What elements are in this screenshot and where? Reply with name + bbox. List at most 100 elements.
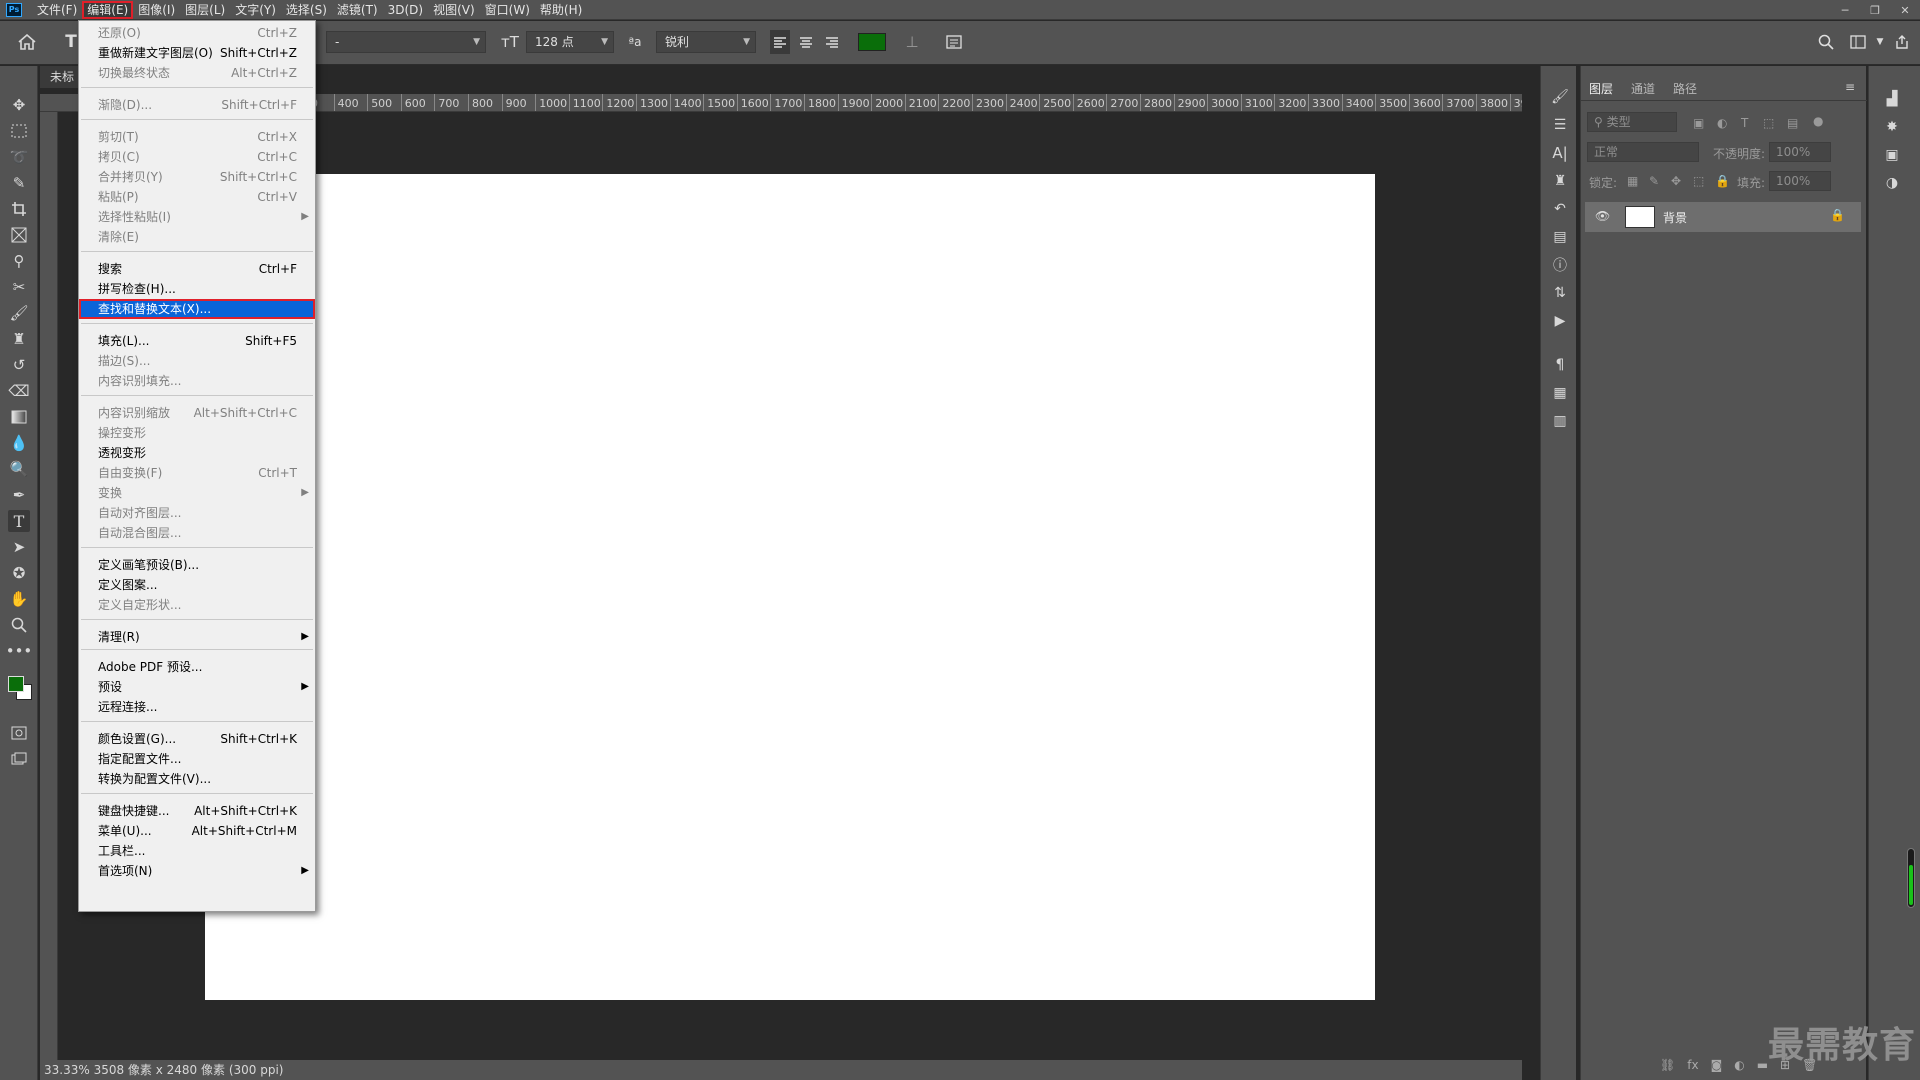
notes-icon[interactable]: ▥ (1549, 410, 1571, 432)
menu-item[interactable]: 剪切(T) Ctrl+X (79, 127, 315, 147)
menu-view[interactable]: 视图(V) (428, 1, 480, 19)
menu-item[interactable]: 定义图案... (79, 575, 315, 595)
save-icon[interactable]: ▣ (1881, 144, 1903, 166)
filter-smart-object-icon[interactable]: ▤ (1787, 116, 1798, 130)
lasso-tool-icon[interactable]: ➰ (8, 146, 30, 168)
fill-input[interactable]: 100% (1769, 171, 1831, 191)
menu-select[interactable]: 选择(S) (281, 1, 332, 19)
menu-item[interactable]: 搜索 Ctrl+F (79, 259, 315, 279)
adjustment-layer-icon[interactable]: ◐ (1734, 1058, 1744, 1072)
filter-pixel-icon[interactable]: ▣ (1693, 116, 1704, 130)
marquee-tool-icon[interactable] (8, 120, 30, 142)
font-style-select[interactable]: - ▼ (326, 31, 486, 53)
stamp-tool-icon[interactable]: ♜ (8, 328, 30, 350)
menu-item[interactable]: 重做新建文字图层(O) Shift+Ctrl+Z (79, 43, 315, 63)
lock-artboard-icon[interactable]: ⬚ (1693, 174, 1704, 188)
menu-item[interactable]: 指定配置文件... (79, 749, 315, 769)
menu-item[interactable]: 首选项(N) ▶ (79, 861, 315, 881)
menu-item[interactable]: 转换为配置文件(V)... (79, 769, 315, 789)
zoom-tool-icon[interactable] (8, 614, 30, 636)
close-button[interactable]: ✕ (1890, 0, 1920, 20)
menu-item[interactable]: 远程连接... (79, 697, 315, 717)
menu-item[interactable]: 清除(E) (79, 227, 315, 247)
paragraph-icon[interactable]: ¶ (1549, 354, 1571, 376)
menu-3d[interactable]: 3D(D) (383, 1, 428, 19)
healing-tool-icon[interactable]: ✂ (8, 276, 30, 298)
hand-tool-icon[interactable]: ✋ (8, 588, 30, 610)
filter-shape-icon[interactable]: ⬚ (1763, 116, 1774, 130)
fx-icon[interactable]: fx (1687, 1058, 1698, 1072)
brush-tool-icon[interactable]: 🖌 (8, 302, 30, 324)
menu-edit[interactable]: 编辑(E) (82, 0, 134, 19)
blur-tool-icon[interactable]: 💧 (8, 432, 30, 454)
dodge-tool-icon[interactable]: 🔍 (8, 458, 30, 480)
quick-mask-icon[interactable] (8, 722, 30, 744)
filter-adjustment-icon[interactable]: ◐ (1717, 116, 1727, 130)
filter-type-icon[interactable]: T (1741, 116, 1748, 130)
search-icon[interactable] (1814, 30, 1838, 54)
menu-item[interactable]: 定义画笔预设(B)... (79, 555, 315, 575)
document-tab[interactable]: 未标 (40, 66, 80, 88)
menu-item[interactable]: 操控变形 (79, 423, 315, 443)
panel-menu-icon[interactable]: ≡ (1845, 80, 1855, 94)
menu-image[interactable]: 图像(I) (133, 1, 180, 19)
color-icon[interactable]: ◑ (1881, 172, 1903, 194)
path-select-tool-icon[interactable]: ➤ (8, 536, 30, 558)
menu-item[interactable]: 查找和替换文本(X)... (79, 299, 315, 319)
crop-tool-icon[interactable] (8, 198, 30, 220)
menu-item[interactable]: 合并拷贝(Y) Shift+Ctrl+C (79, 167, 315, 187)
lock-all-icon[interactable]: 🔒 (1715, 174, 1730, 188)
align-right-icon[interactable] (822, 30, 842, 54)
layer-filter-select[interactable]: ⚲ 类型 (1587, 112, 1677, 132)
menu-item[interactable]: 透视变形 (79, 443, 315, 463)
menu-item[interactable]: 内容识别填充... (79, 371, 315, 391)
scrollbar-thumb[interactable] (1909, 865, 1913, 905)
eye-icon[interactable]: 👁 (1595, 209, 1610, 223)
menu-item[interactable]: 还原(O) Ctrl+Z (79, 23, 315, 43)
link-icon[interactable]: ⛓ (1660, 1058, 1675, 1072)
menu-item[interactable]: Adobe PDF 预设... (79, 657, 315, 677)
menu-item[interactable]: 拷贝(C) Ctrl+C (79, 147, 315, 167)
foreground-color-swatch[interactable] (8, 676, 24, 692)
menu-item[interactable]: 定义自定形状... (79, 595, 315, 615)
character-panel-icon[interactable] (942, 30, 966, 54)
move-tool-icon[interactable]: ✥ (8, 94, 30, 116)
align-left-icon[interactable] (770, 30, 790, 54)
blend-mode-select[interactable]: 正常 (1587, 142, 1699, 162)
chevron-down-icon[interactable]: ▼ (1874, 30, 1886, 54)
menu-help[interactable]: 帮助(H) (535, 1, 587, 19)
workspace-icon[interactable] (1846, 30, 1870, 54)
menu-item[interactable]: 清理(R) ▶ (79, 627, 315, 647)
menu-item[interactable]: 自动混合图层... (79, 523, 315, 543)
info-icon[interactable]: ⓘ (1549, 254, 1571, 276)
play-icon[interactable]: ▶ (1549, 310, 1571, 332)
shape-tool-icon[interactable]: ✪ (8, 562, 30, 584)
menu-item[interactable]: 变换 ▶ (79, 483, 315, 503)
more-tools-icon[interactable]: ••• (6, 640, 33, 662)
menu-item[interactable]: 填充(L)... Shift+F5 (79, 331, 315, 351)
libraries-icon[interactable]: ▦ (1549, 382, 1571, 404)
histogram-icon[interactable]: ▟ (1881, 88, 1903, 110)
character-icon[interactable]: A| (1549, 142, 1571, 164)
menu-item[interactable]: 颜色设置(G)... Shift+Ctrl+K (79, 729, 315, 749)
warp-text-icon[interactable]: ⊥ (900, 30, 924, 54)
type-tool-icon[interactable]: T (8, 510, 30, 532)
lock-transparent-icon[interactable]: ▦ (1627, 174, 1638, 188)
align-center-icon[interactable] (796, 30, 816, 54)
properties-icon[interactable]: ▤ (1549, 226, 1571, 248)
menu-item[interactable]: 拼写检查(H)... (79, 279, 315, 299)
adjustments-icon[interactable]: ☰ (1549, 114, 1571, 136)
antialias-select[interactable]: 锐利 ▼ (656, 31, 756, 53)
menu-item[interactable]: 工具栏... (79, 841, 315, 861)
restore-button[interactable]: ❐ (1860, 0, 1890, 20)
menu-item[interactable]: 自由变换(F) Ctrl+T (79, 463, 315, 483)
eraser-tool-icon[interactable]: ⌫ (8, 380, 30, 402)
lock-pixels-icon[interactable]: ✎ (1649, 174, 1659, 188)
menu-item[interactable]: 描边(S)... (79, 351, 315, 371)
menu-item[interactable]: 粘贴(P) Ctrl+V (79, 187, 315, 207)
sun-icon[interactable]: ✸ (1881, 116, 1903, 138)
minimize-button[interactable]: ─ (1830, 0, 1860, 20)
frame-tool-icon[interactable] (8, 224, 30, 246)
layer-row[interactable]: 👁 背景 🔒 (1585, 202, 1861, 232)
scrollbar[interactable] (1907, 848, 1915, 908)
